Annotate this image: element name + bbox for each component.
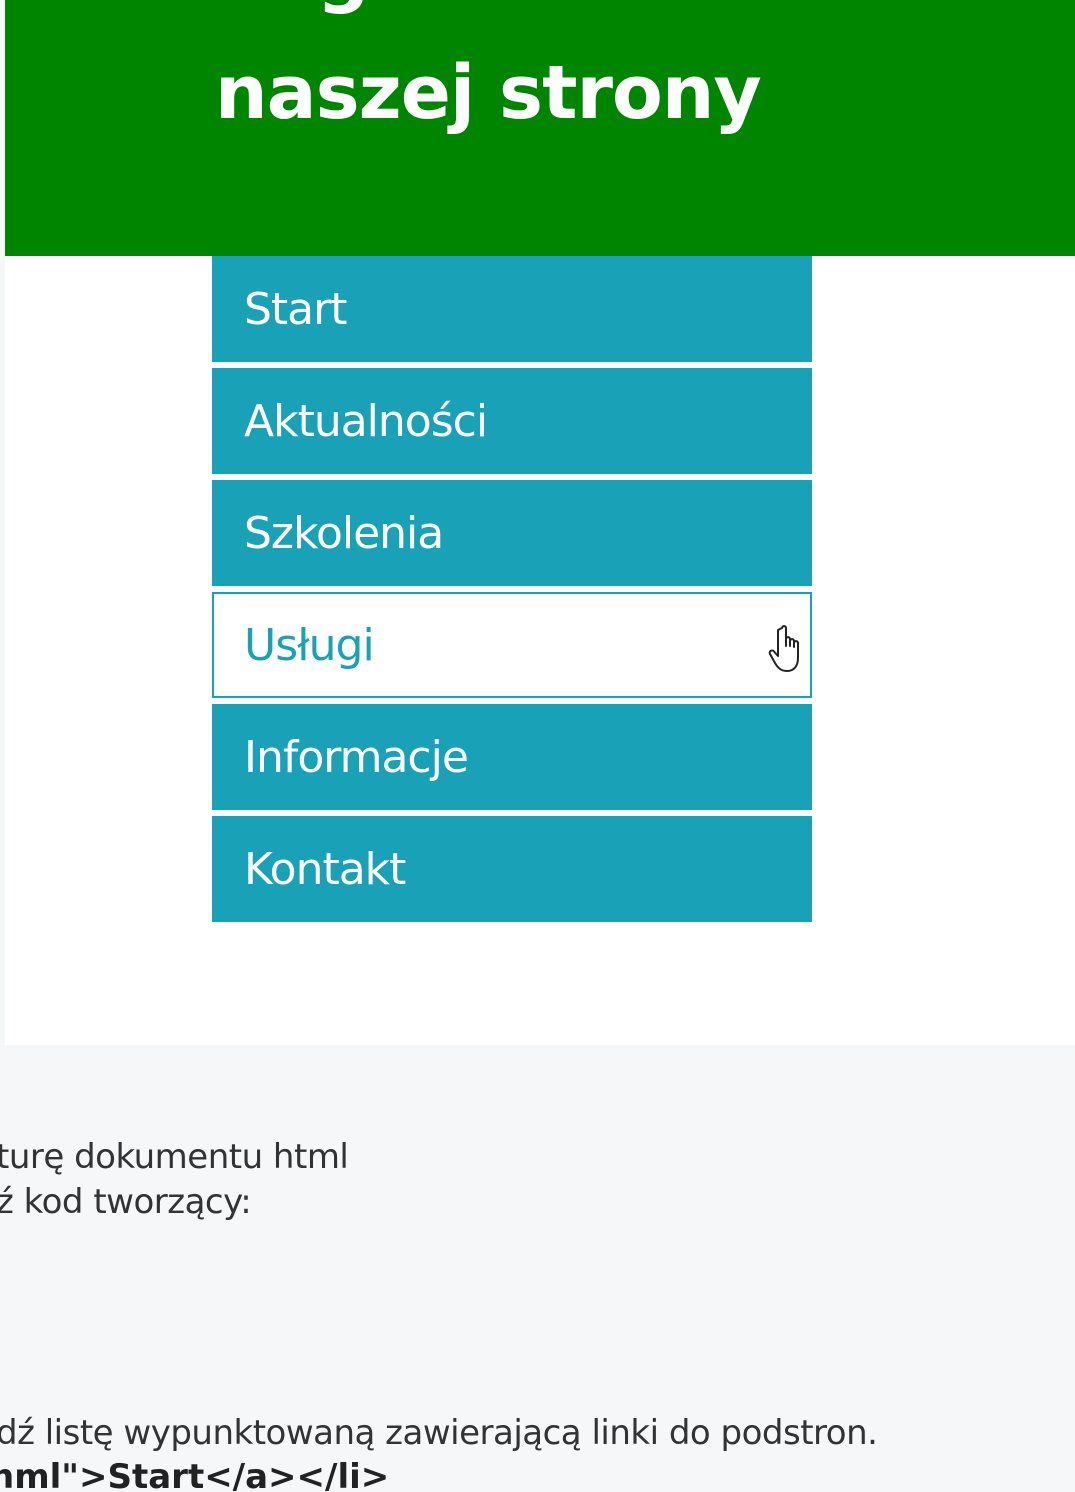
menu-item-aktualnosci[interactable]: Aktualności — [212, 368, 812, 474]
code-snippet-line: hml">Start</a></li> — [0, 1457, 390, 1492]
tutorial-text-line: ź kod tworzący: — [0, 1182, 252, 1222]
tutorial-text-line: dź listę wypunktowaną zawierającą linki … — [0, 1413, 878, 1453]
menu-item-label: Usługi — [244, 619, 375, 671]
menu-item-kontakt[interactable]: Kontakt — [212, 816, 812, 922]
menu-item-szkolenia[interactable]: Szkolenia — [212, 480, 812, 586]
menu-item-informacje[interactable]: Informacje — [212, 704, 812, 810]
menu-item-label: Szkolenia — [244, 507, 444, 559]
menu-item-uslugi[interactable]: Usługi — [212, 592, 812, 698]
tutorial-text-line: turę dokumentu html — [0, 1137, 349, 1177]
menu-item-label: Kontakt — [244, 843, 406, 895]
header-title-line-1: Zagi......... — [215, 0, 638, 16]
menu-item-label: Informacje — [244, 731, 469, 783]
header-title-line-2: naszej strony — [215, 50, 762, 136]
menu-item-label: Aktualności — [244, 395, 488, 447]
menu-item-start[interactable]: Start — [212, 256, 812, 362]
tutorial-text-area: turę dokumentu html ź kod tworzący: dź l… — [0, 1045, 1075, 1492]
menu-item-label: Start — [244, 283, 347, 335]
hand-pointer-cursor-icon — [768, 625, 799, 672]
demo-page-area: Zagi......... naszej strony Start Aktual… — [0, 0, 1075, 1045]
vertical-menu: Start Aktualności Szkolenia Usługi Infor… — [212, 256, 812, 928]
site-header: Zagi......... naszej strony — [5, 0, 1075, 256]
